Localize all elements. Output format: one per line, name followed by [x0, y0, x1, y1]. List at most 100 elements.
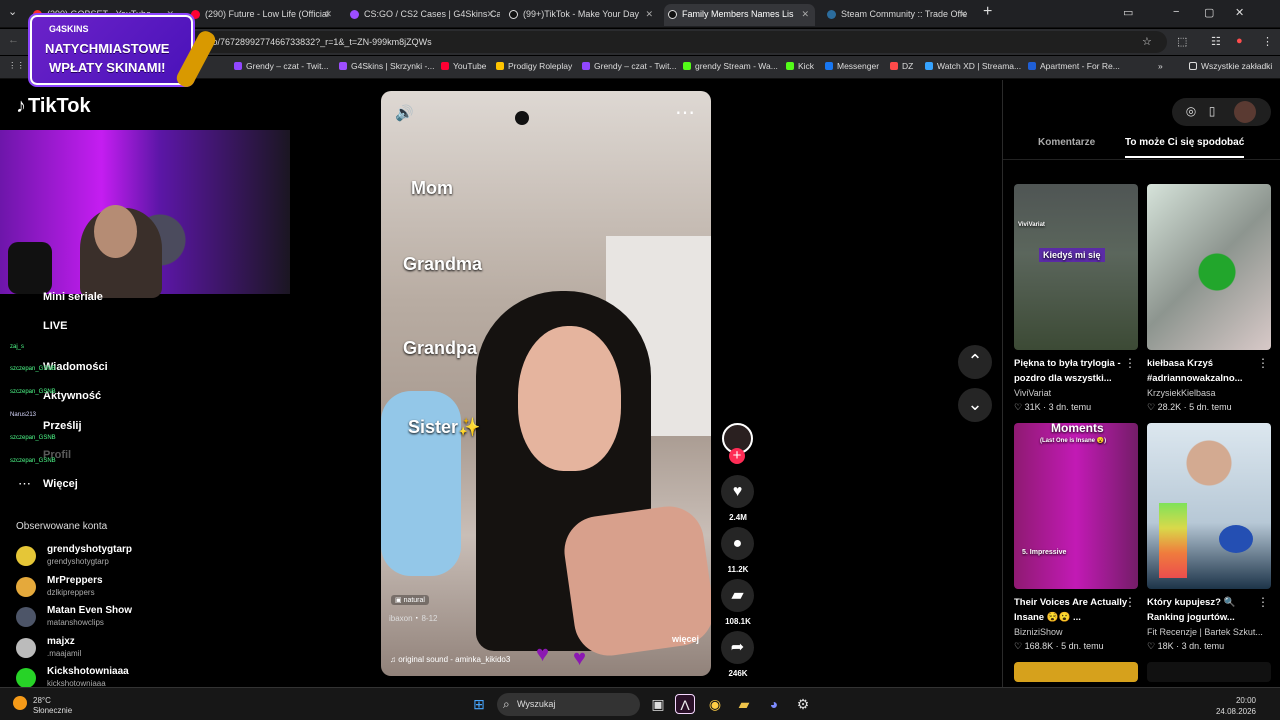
recommendations-panel: ◎ ▯ Komentarze To może Ci się spodobać V… — [1002, 80, 1280, 687]
card-more-icon[interactable]: ⋮ — [1257, 595, 1269, 609]
taskbar-clock[interactable]: 20:00 24.08.2026 — [1216, 695, 1256, 717]
tab-comments[interactable]: Komentarze — [1038, 137, 1095, 148]
menu-icon[interactable]: ⋮ — [1262, 35, 1273, 48]
close-tab-icon[interactable]: ✕ — [645, 4, 653, 24]
more-link[interactable]: więcej — [672, 634, 699, 644]
user-avatar[interactable] — [1234, 101, 1256, 123]
close-window-icon[interactable]: ✕ — [1235, 6, 1244, 19]
caption-grandma: Grandma — [403, 254, 483, 274]
bookmark-grendy-stream[interactable]: grendy Stream - Wa... — [683, 61, 778, 71]
weather-widget[interactable]: 28°C Słonecznie — [33, 696, 72, 716]
bookmark-apartment[interactable]: Apartment - For Re... — [1028, 61, 1120, 71]
close-tab-icon[interactable]: ✕ — [801, 4, 809, 24]
downloads-icon[interactable]: ☷ — [1211, 35, 1221, 48]
share-icon: ➦ — [730, 639, 745, 656]
tab-6[interactable]: Steam Community :: Trade Offe ✕ — [823, 4, 973, 26]
recommended-video[interactable]: Moments (Last One is Insane 😮) 5. Impres… — [1014, 423, 1138, 651]
profile-window-icon[interactable]: ▭ — [1123, 6, 1133, 19]
url-field[interactable]: video/7672899277466733832?_r=1&_t=ZN-999… — [172, 31, 1167, 53]
terminal-icon[interactable]: Λ — [675, 694, 695, 714]
tiktok-icon — [509, 10, 518, 19]
tab-recommendations[interactable]: To może Ci się spodobać — [1125, 137, 1245, 158]
video-player[interactable]: 🔊 ⋯ Mom Grandma Grandpa Sister✨ ▣ natura… — [381, 91, 711, 676]
new-tab-icon[interactable]: + — [983, 3, 992, 21]
chrome-icon[interactable]: ◉ — [705, 694, 725, 714]
top-action-icons: ◎ ▯ — [1172, 98, 1271, 126]
bookmark-youtube[interactable]: YouTube — [441, 61, 486, 71]
share-button[interactable]: ➦ — [721, 631, 754, 664]
bookmark-messenger[interactable]: Messenger — [825, 61, 879, 71]
flag-icon — [1028, 62, 1036, 70]
previous-video-button[interactable]: ⌃ — [958, 345, 992, 379]
next-thumbnail-preview[interactable] — [1147, 662, 1271, 682]
account-icon[interactable]: ● — [1236, 35, 1243, 47]
back-icon[interactable]: ← — [8, 34, 19, 46]
dz-icon — [890, 62, 898, 70]
card-more-icon[interactable]: ⋮ — [1124, 595, 1136, 609]
bookmark-kick[interactable]: Kick — [786, 61, 814, 71]
compass-icon[interactable]: ◎ — [1183, 104, 1199, 120]
bookmark-grendy-2[interactable]: Grendy – czat - Twit... — [582, 61, 677, 71]
nav-more[interactable]: Więcej — [43, 478, 78, 490]
tab-search-icon[interactable]: ⌄ — [8, 5, 17, 18]
comment-button[interactable]: ● — [721, 527, 754, 560]
more-bookmarks-icon[interactable]: » — [1158, 61, 1163, 71]
original-sound[interactable]: ♫ original sound - aminka_kikido3 — [390, 655, 510, 664]
recommended-video[interactable]: kiełbasa Krzyś #adriannowakzalno... ⋮ Krz… — [1147, 184, 1271, 412]
bookmark-watch-xd[interactable]: Watch XD | Streama... — [925, 61, 1021, 71]
nav-upload[interactable]: Prześlij — [43, 420, 82, 432]
like-button[interactable]: ♥ — [721, 475, 754, 508]
video-author[interactable]: ibaxon · 8-12 — [389, 613, 437, 624]
card-more-icon[interactable]: ⋮ — [1124, 356, 1136, 370]
chat-user: szczepan_GSNB — [10, 458, 56, 464]
comment-icon: ● — [732, 535, 743, 552]
recommended-video[interactable]: ViviVariat Kiedyś mi się Piękna to była … — [1014, 184, 1138, 412]
comment-count: 11.2K — [727, 565, 749, 574]
youtube-icon — [191, 10, 200, 19]
card-stats: ♡ 18K · 3 dn. temu — [1147, 641, 1225, 651]
next-video-button[interactable]: ⌄ — [958, 388, 992, 422]
nav-live[interactable]: LIVE — [43, 320, 67, 332]
tiktok-logo[interactable]: ♪ TikTok — [16, 95, 93, 118]
all-bookmarks[interactable]: Wszystkie zakładki — [1189, 61, 1272, 71]
volume-icon[interactable]: 🔊 — [395, 104, 414, 122]
music-icon: ♫ — [390, 655, 399, 664]
tab-5-active[interactable]: Family Members Names Lis ✕ — [664, 4, 815, 26]
tab-3[interactable]: CS:GO / CS2 Cases | G4Skins Ca ✕ — [346, 4, 500, 26]
close-tab-icon[interactable]: ✕ — [486, 4, 494, 24]
folder-icon[interactable]: ▰ — [734, 694, 754, 714]
save-button[interactable]: ▰ — [721, 579, 754, 612]
restore-icon[interactable]: ▢ — [1204, 6, 1214, 19]
bookmark-prodigy[interactable]: Prodigy Roleplay — [496, 61, 572, 71]
bookmark-dz[interactable]: DZ — [890, 61, 913, 71]
panel-tabs: Komentarze To może Ci się spodobać — [1003, 137, 1280, 160]
avatar — [16, 607, 36, 627]
taskbar-search[interactable]: Wyszukaj — [497, 693, 640, 716]
discord-icon[interactable]: ◕ — [764, 694, 784, 714]
close-tab-icon[interactable]: ✕ — [959, 4, 967, 24]
chat-user: Narus213 — [10, 412, 37, 418]
task-view-icon[interactable]: ▣ — [648, 694, 668, 714]
close-tab-icon[interactable]: ✕ — [324, 4, 332, 24]
windows-start-icon[interactable]: ⊞ — [469, 694, 489, 714]
follow-plus-icon[interactable]: + — [729, 448, 745, 464]
nav-mini-series[interactable]: Mini seriale — [43, 291, 103, 303]
recommended-video[interactable]: Który kupujesz? 🔍 Ranking jogurtów... ⋮ F… — [1147, 423, 1271, 651]
steam-icon[interactable]: ⚙ — [793, 694, 813, 714]
apps-icon[interactable]: ⋮⋮ — [8, 60, 25, 71]
card-stats: ♡ 31K · 3 dn. temu — [1014, 402, 1092, 412]
tab-4[interactable]: (99+)TikTok - Make Your Day ✕ — [505, 4, 659, 26]
minimize-icon[interactable]: − — [1173, 6, 1179, 18]
bookmark-g4skins[interactable]: G4Skins | Skrzynki -... — [339, 61, 434, 71]
bookmark-grendy-1[interactable]: Grendy – czat - Twit... — [234, 61, 329, 71]
phone-icon[interactable]: ▯ — [1204, 104, 1220, 120]
card-more-icon[interactable]: ⋮ — [1257, 356, 1269, 370]
twitch-icon — [582, 62, 590, 70]
tag-icon: ▣ — [395, 597, 404, 604]
video-more-icon[interactable]: ⋯ — [675, 100, 695, 125]
extensions-icon[interactable]: ⬚ — [1177, 35, 1187, 48]
natural-tag[interactable]: ▣ natural — [391, 595, 429, 605]
tab-2[interactable]: (290) Future - Low Life (Official ✕ — [187, 4, 338, 26]
next-thumbnail-preview[interactable] — [1014, 662, 1138, 682]
star-icon[interactable]: ☆ — [1142, 35, 1152, 48]
